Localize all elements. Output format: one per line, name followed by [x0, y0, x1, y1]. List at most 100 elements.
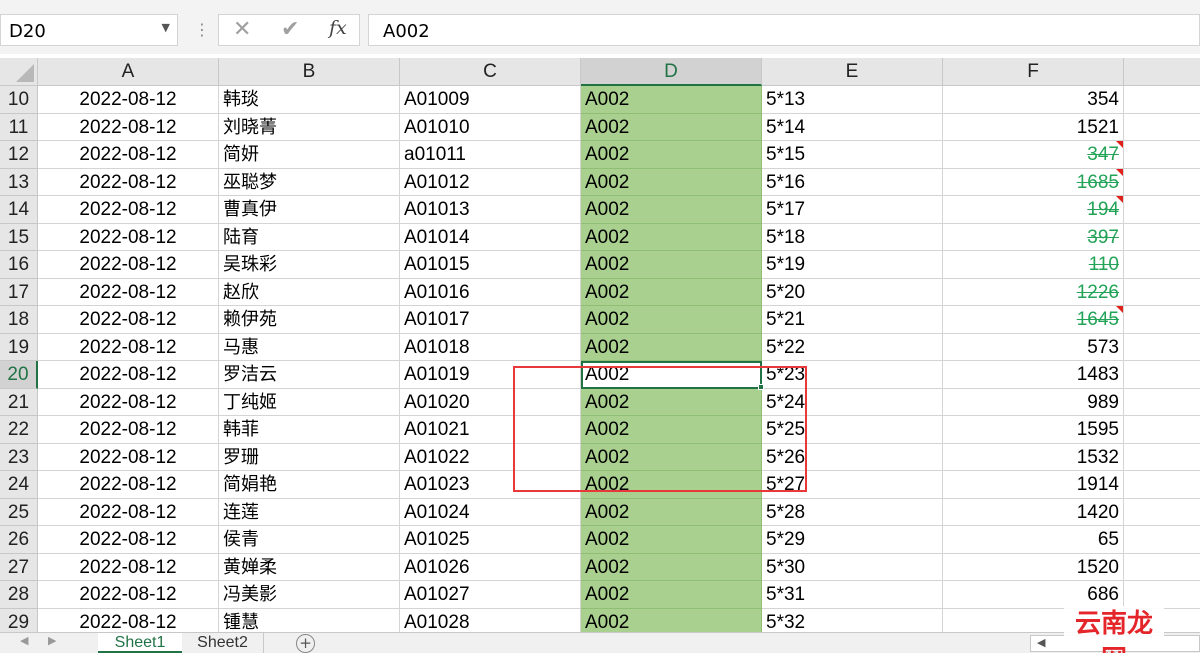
- cell-b[interactable]: 罗洁云: [219, 361, 400, 389]
- cell-f[interactable]: 1532: [943, 443, 1124, 471]
- cell-f[interactable]: 989: [943, 388, 1124, 416]
- row-header[interactable]: 12: [0, 141, 38, 169]
- cell-c[interactable]: A01019: [400, 361, 581, 389]
- cell-f[interactable]: 1685: [943, 168, 1124, 196]
- cell-g[interactable]: [1124, 334, 1200, 361]
- cell-f[interactable]: 110: [943, 251, 1124, 279]
- cell-g[interactable]: [1124, 581, 1200, 609]
- scroll-right-icon[interactable]: ▶: [48, 634, 56, 647]
- cell-d[interactable]: A002: [581, 333, 762, 361]
- column-header-f[interactable]: F: [943, 58, 1124, 86]
- cell-c[interactable]: A01027: [400, 581, 581, 609]
- cell-d[interactable]: A002: [581, 526, 762, 554]
- cell-d[interactable]: A002: [581, 141, 762, 169]
- cell-c[interactable]: A01014: [400, 223, 581, 251]
- cell-f[interactable]: 1483: [943, 361, 1124, 389]
- cell-c[interactable]: A01017: [400, 306, 581, 334]
- sheet-tab-sheet2[interactable]: Sheet2: [182, 633, 264, 653]
- cell-e[interactable]: 5*31: [762, 581, 943, 609]
- cell-d[interactable]: A002: [581, 223, 762, 251]
- cell-g[interactable]: [1124, 499, 1200, 526]
- comment-indicator-icon[interactable]: [1116, 168, 1123, 176]
- row-header[interactable]: 22: [0, 416, 38, 444]
- cell-a[interactable]: 2022-08-12: [38, 223, 219, 251]
- row-header[interactable]: 26: [0, 526, 38, 554]
- row-header[interactable]: 24: [0, 471, 38, 499]
- column-header-e[interactable]: E: [762, 58, 943, 86]
- cell-b[interactable]: 马惠: [219, 333, 400, 361]
- comment-indicator-icon[interactable]: [1116, 306, 1123, 313]
- cell-g[interactable]: [1124, 361, 1200, 389]
- cell-g[interactable]: [1124, 86, 1200, 114]
- column-header-b[interactable]: B: [219, 58, 400, 86]
- cell-d[interactable]: A002: [581, 498, 762, 526]
- cell-a[interactable]: 2022-08-12: [38, 168, 219, 196]
- cell-g[interactable]: [1124, 306, 1200, 334]
- cell-f[interactable]: 573: [943, 333, 1124, 361]
- column-header-c[interactable]: C: [400, 58, 581, 86]
- cell-c[interactable]: A01026: [400, 553, 581, 581]
- cell-c[interactable]: A01023: [400, 471, 581, 499]
- cell-a[interactable]: 2022-08-12: [38, 498, 219, 526]
- cell-f[interactable]: 194: [943, 196, 1124, 224]
- cell-e[interactable]: 5*30: [762, 553, 943, 581]
- cell-a[interactable]: 2022-08-12: [38, 443, 219, 471]
- cell-a[interactable]: 2022-08-12: [38, 553, 219, 581]
- cell-f[interactable]: 1595: [943, 416, 1124, 444]
- row-header[interactable]: 28: [0, 581, 38, 609]
- cell-d[interactable]: A002: [581, 196, 762, 224]
- cell-f[interactable]: 1914: [943, 471, 1124, 499]
- cell-a[interactable]: 2022-08-12: [38, 86, 219, 114]
- cell-d[interactable]: A002: [581, 416, 762, 444]
- row-header[interactable]: 14: [0, 196, 38, 224]
- cell-g[interactable]: [1124, 471, 1200, 499]
- cell-f[interactable]: 65: [943, 526, 1124, 554]
- cell-d[interactable]: A002: [581, 388, 762, 416]
- cell-c[interactable]: A01028: [400, 608, 581, 632]
- cell-g[interactable]: [1124, 196, 1200, 224]
- cell-a[interactable]: 2022-08-12: [38, 526, 219, 554]
- cell-b[interactable]: 简娟艳: [219, 471, 400, 499]
- cell-a[interactable]: 2022-08-12: [38, 251, 219, 279]
- cell-c[interactable]: a01011: [400, 141, 581, 169]
- cell-c[interactable]: A01020: [400, 388, 581, 416]
- row-header[interactable]: 25: [0, 498, 38, 526]
- cell-b[interactable]: 巫聪梦: [219, 168, 400, 196]
- row-header[interactable]: 18: [0, 306, 38, 334]
- chevron-down-icon[interactable]: ▼: [162, 21, 170, 34]
- comment-indicator-icon[interactable]: [1116, 196, 1123, 203]
- cell-d[interactable]: A002: [581, 553, 762, 581]
- cell-b[interactable]: 锺慧: [219, 608, 400, 632]
- cell-b[interactable]: 陆育: [219, 223, 400, 251]
- cell-c[interactable]: A01018: [400, 333, 581, 361]
- cell-d[interactable]: A002: [581, 581, 762, 609]
- name-box[interactable]: D20 ▼: [0, 14, 178, 46]
- cell-f[interactable]: 1520: [943, 553, 1124, 581]
- cell-a[interactable]: 2022-08-12: [38, 416, 219, 444]
- cell-e[interactable]: 5*13: [762, 86, 943, 114]
- cell-c[interactable]: A01025: [400, 526, 581, 554]
- cell-e[interactable]: 5*15: [762, 141, 943, 169]
- cell-f[interactable]: 1226: [943, 278, 1124, 306]
- cell-a[interactable]: 2022-08-12: [38, 471, 219, 499]
- cell-a[interactable]: 2022-08-12: [38, 278, 219, 306]
- cell-a[interactable]: 2022-08-12: [38, 306, 219, 334]
- cell-d[interactable]: A002: [581, 251, 762, 279]
- cell-g[interactable]: [1124, 526, 1200, 554]
- cell-c[interactable]: A01013: [400, 196, 581, 224]
- cell-f[interactable]: 347: [943, 141, 1124, 169]
- column-header-a[interactable]: A: [38, 58, 219, 86]
- row-header[interactable]: 20: [0, 361, 38, 389]
- fill-handle[interactable]: [758, 384, 764, 390]
- cell-a[interactable]: 2022-08-12: [38, 608, 219, 632]
- cell-d[interactable]: A002: [581, 306, 762, 334]
- cell-f[interactable]: 354: [943, 86, 1124, 114]
- row-header[interactable]: 29: [0, 608, 38, 632]
- cell-b[interactable]: 赖伊苑: [219, 306, 400, 334]
- cell-b[interactable]: 黄婵柔: [219, 553, 400, 581]
- cell-g[interactable]: [1124, 224, 1200, 251]
- add-sheet-button[interactable]: +: [296, 634, 315, 653]
- cell-g[interactable]: [1124, 389, 1200, 416]
- cell-e[interactable]: 5*25: [762, 416, 943, 444]
- cell-g[interactable]: [1124, 169, 1200, 196]
